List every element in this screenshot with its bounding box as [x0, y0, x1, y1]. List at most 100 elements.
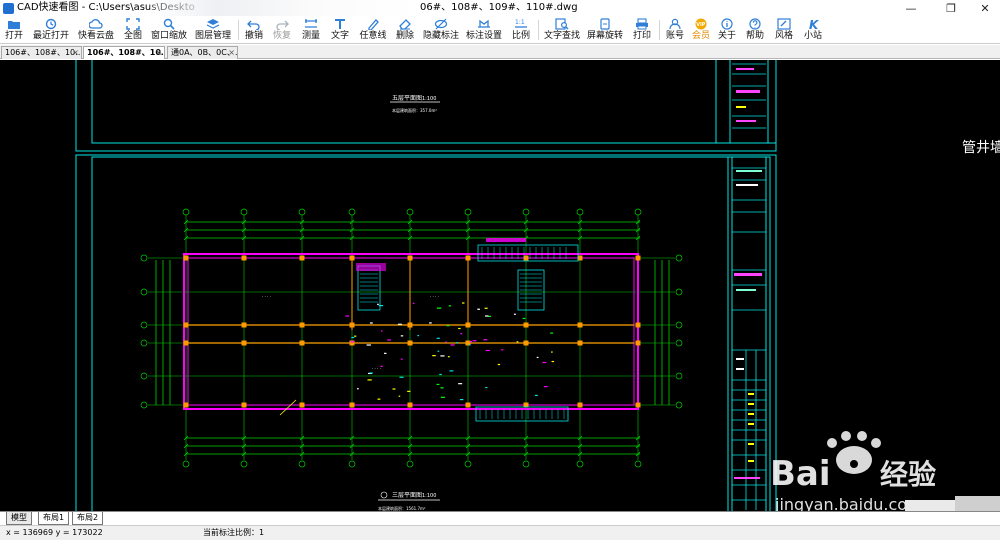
account-icon [668, 17, 682, 30]
toolbar-label: 隐藏标注 [423, 31, 460, 41]
measure-icon [304, 17, 318, 30]
toolbar-label: 文字 [330, 31, 349, 41]
file-tab-active[interactable]: 106#、108#、10… × [83, 46, 165, 59]
toolbar-button-annotation-settings[interactable]: 标注设置 [466, 16, 502, 44]
toolbar-button-redo[interactable]: 恢复 [271, 16, 293, 44]
toolbar-label: 账号 [665, 31, 684, 41]
fullview-icon [126, 17, 140, 30]
toolbar-button-measure[interactable]: 测量 [300, 16, 322, 44]
window-title-filename: 06#、108#、109#、110#.dwg [420, 2, 578, 13]
status-bar: x = 136969 y = 173022 当前标注比例：1 [0, 525, 1000, 540]
cursor-coordinates: x = 136969 y = 173022 [6, 528, 103, 537]
app-window: CAD快速看图 - C:\Users\asus\Deskto 06#、108#、… [0, 0, 1000, 540]
file-tab[interactable]: 通0A、0B、0C、… × [167, 46, 238, 59]
drawing-canvas[interactable]: 五层平面图 1:100 本层建筑面积：357.0m² · · · · · · ·… [0, 60, 1000, 511]
toolbar-button-rotate-screen[interactable]: 屏幕旋转 [587, 16, 623, 44]
tab-close-icon[interactable]: × [72, 47, 79, 59]
toolbar-button-recent[interactable]: 最近打开 [33, 16, 69, 44]
toolbar-label: 窗口缩放 [151, 31, 188, 41]
toolbar-button-vip[interactable]: VIP 会员 [690, 16, 712, 44]
toolbar-button-station[interactable]: K 小站 [802, 16, 824, 44]
minimize-button[interactable]: — [898, 0, 924, 16]
toolbar-label: 恢复 [272, 31, 291, 41]
toolbar-label: 任意线 [359, 31, 387, 41]
toolbar-label: 最近打开 [33, 31, 70, 41]
layout-tab-bar: 模型 布局1 布局2 [0, 511, 1000, 525]
toolbar-button-delete[interactable]: 删除 [394, 16, 416, 44]
toolbar-label: 撤销 [244, 31, 263, 41]
rotate-screen-icon [598, 17, 612, 30]
toolbar-button-hide-annotation[interactable]: 隐藏标注 [423, 16, 459, 44]
annotation-scale-status: 当前标注比例：1 [203, 528, 265, 537]
toolbar-label: 打印 [632, 31, 651, 41]
vip-icon-text: VIP [696, 22, 705, 28]
close-button[interactable]: ✕ [972, 0, 998, 16]
toolbar-label: 屏幕旋转 [587, 31, 624, 41]
history-icon [44, 17, 58, 30]
toolbar-label: 快看云盘 [78, 31, 115, 41]
toolbar-label: 风格 [774, 31, 793, 41]
toolbar-button-about[interactable]: 关于 [716, 16, 738, 44]
toolbar-label: 图层管理 [195, 31, 232, 41]
toolbar-separator [659, 20, 660, 40]
file-tab-label: 106#、108#、10… [87, 48, 165, 57]
toolbar-button-fullview[interactable]: 全图 [122, 16, 144, 44]
toolbar-label: 全图 [123, 31, 142, 41]
toolbar-button-open[interactable]: 打开 [3, 16, 25, 44]
eraser-icon [398, 17, 412, 30]
layout-tab-2[interactable]: 布局2 [72, 512, 104, 525]
toolbar-separator [538, 20, 539, 40]
toolbar-separator [238, 20, 239, 40]
paw-logo-icon [827, 431, 881, 474]
toolbar-button-text[interactable]: 文字 [329, 16, 351, 44]
layout-tab-model[interactable]: 模型 [6, 512, 32, 525]
toolbar-button-scale[interactable]: 1:1 比例 [510, 16, 532, 44]
undo-icon [247, 17, 261, 30]
toolbar-label: 文字查找 [544, 31, 581, 41]
toolbar-label: 会员 [691, 31, 710, 41]
restore-button[interactable]: ❐ [938, 0, 964, 16]
layers-icon [206, 17, 220, 30]
toolbar-button-style[interactable]: 风格 [773, 16, 795, 44]
toolbar-button-undo[interactable]: 撤销 [243, 16, 265, 44]
hide-annotation-icon [434, 17, 448, 30]
style-icon [777, 17, 791, 30]
window-zoom-icon [162, 17, 176, 30]
toolbar-label: 小站 [803, 31, 822, 41]
toolbar-button-window-zoom[interactable]: 窗口缩放 [151, 16, 187, 44]
toolbar-label: 标注设置 [466, 31, 503, 41]
redo-icon [275, 17, 289, 30]
layout-tab-1[interactable]: 布局1 [38, 512, 70, 525]
toolbar-button-cloud[interactable]: 快看云盘 [78, 16, 114, 44]
tab-close-icon[interactable]: × [228, 47, 235, 59]
toolbar-button-freeline[interactable]: 任意线 [358, 16, 388, 44]
toolbar-button-account[interactable]: 账号 [664, 16, 686, 44]
station-icon-text: K [809, 18, 820, 30]
baidu-url: jingyan.baidu.com [774, 495, 923, 511]
file-tab-label: 106#、108#、10… [5, 48, 82, 57]
title-bar: CAD快速看图 - C:\Users\asus\Deskto 06#、108#、… [0, 0, 1000, 16]
toolbar-label: 删除 [395, 31, 414, 41]
baidu-brand-cn: 经验 [880, 458, 936, 491]
file-tab[interactable]: 106#、108#、10… × [1, 46, 82, 59]
app-logo-icon [3, 2, 14, 14]
tab-close-icon[interactable]: × [155, 47, 162, 59]
toolbar-label: 比例 [511, 31, 530, 41]
toolbar-button-help[interactable]: 帮助 [744, 16, 766, 44]
text-icon [333, 17, 347, 30]
toolbar-button-print[interactable]: 打印 [631, 16, 653, 44]
print-icon [635, 17, 649, 30]
scale-icon: 1:1 [514, 17, 528, 30]
scale-icon-text: 1:1 [515, 19, 525, 26]
toolbar-label: 帮助 [745, 31, 764, 41]
toolbar-label: 关于 [717, 31, 736, 41]
vip-icon: VIP [694, 17, 708, 30]
annotation-settings-icon [477, 17, 491, 30]
toolbar-button-layers[interactable]: 图层管理 [195, 16, 231, 44]
title-redaction [150, 0, 420, 16]
file-tab-bar: 106#、108#、10… × 106#、108#、10… × 通0A、0B、0… [0, 45, 1000, 59]
toolbar-button-text-search[interactable]: 文字查找 [544, 16, 580, 44]
main-toolbar: 打开 最近打开 快看云盘 全图 窗口缩放 图层管理 撤销 恢复 测量 文字 任意… [0, 16, 1000, 44]
cloud-icon [89, 17, 103, 30]
toolbar-label: 测量 [301, 31, 320, 41]
